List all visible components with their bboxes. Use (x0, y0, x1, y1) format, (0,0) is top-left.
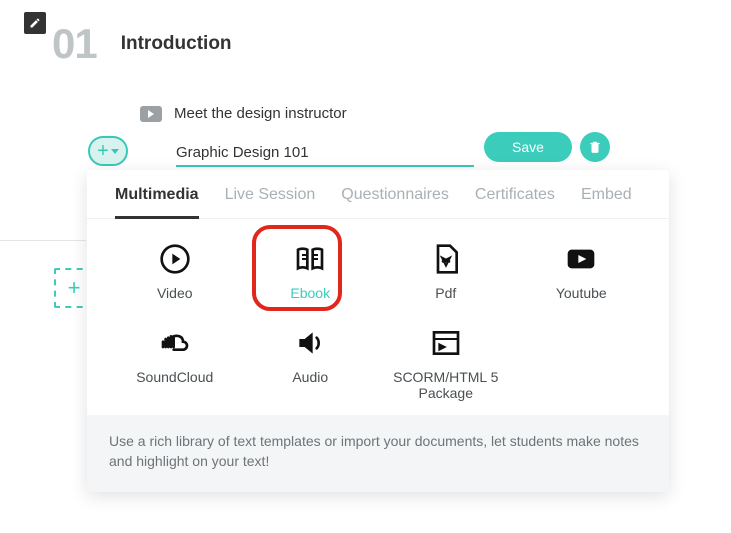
tab-embed[interactable]: Embed (581, 176, 632, 218)
option-soundcloud[interactable]: SoundCloud (107, 323, 243, 405)
option-label: Audio (292, 369, 328, 385)
option-scorm[interactable]: SCORM/HTML 5 Package (378, 323, 514, 405)
option-video[interactable]: Video (107, 239, 243, 305)
edit-section-button[interactable] (24, 12, 46, 34)
play-circle-icon (159, 243, 191, 275)
add-lesson-dropdown[interactable]: + (88, 136, 128, 166)
soundcloud-icon (159, 327, 191, 359)
pdf-icon (430, 243, 462, 275)
option-ebook[interactable]: Ebook (243, 239, 379, 305)
tab-multimedia[interactable]: Multimedia (115, 176, 199, 219)
tab-questionnaires[interactable]: Questionnaires (341, 176, 449, 218)
lesson-title: Meet the design instructor (174, 105, 347, 122)
video-icon (140, 106, 162, 122)
plus-icon: + (68, 275, 81, 301)
lesson-row[interactable]: Meet the design instructor (140, 105, 347, 122)
popover-tabs: Multimedia Live Session Questionnaires C… (87, 170, 669, 219)
content-type-grid: Video Ebook Pdf Youtube SoundCloud Audio… (87, 219, 669, 415)
option-label: Ebook (290, 285, 330, 301)
option-label: SoundCloud (136, 369, 213, 385)
book-icon (294, 243, 326, 275)
delete-button[interactable] (580, 132, 610, 162)
option-label: Youtube (556, 285, 607, 301)
tab-certificates[interactable]: Certificates (475, 176, 555, 218)
option-youtube[interactable]: Youtube (514, 239, 650, 305)
pencil-icon (29, 17, 41, 29)
section-header: 01 Introduction (52, 20, 232, 68)
section-number: 01 (52, 20, 97, 68)
section-title: Introduction (121, 33, 232, 55)
speaker-icon (294, 327, 326, 359)
tab-live-session[interactable]: Live Session (225, 176, 316, 218)
caret-down-icon (111, 149, 119, 154)
save-button[interactable]: Save (484, 132, 572, 162)
plus-icon: + (97, 141, 109, 161)
popover-description: Use a rich library of text templates or … (87, 415, 669, 492)
content-type-popover: Multimedia Live Session Questionnaires C… (87, 170, 669, 492)
lesson-name-input[interactable] (176, 140, 474, 167)
option-audio[interactable]: Audio (243, 323, 379, 405)
trash-icon (588, 140, 602, 154)
option-label: SCORM/HTML 5 Package (384, 369, 508, 401)
option-label: Video (157, 285, 193, 301)
package-icon (430, 327, 462, 359)
divider (0, 240, 86, 241)
option-label: Pdf (435, 285, 456, 301)
youtube-icon (565, 243, 597, 275)
option-pdf[interactable]: Pdf (378, 239, 514, 305)
